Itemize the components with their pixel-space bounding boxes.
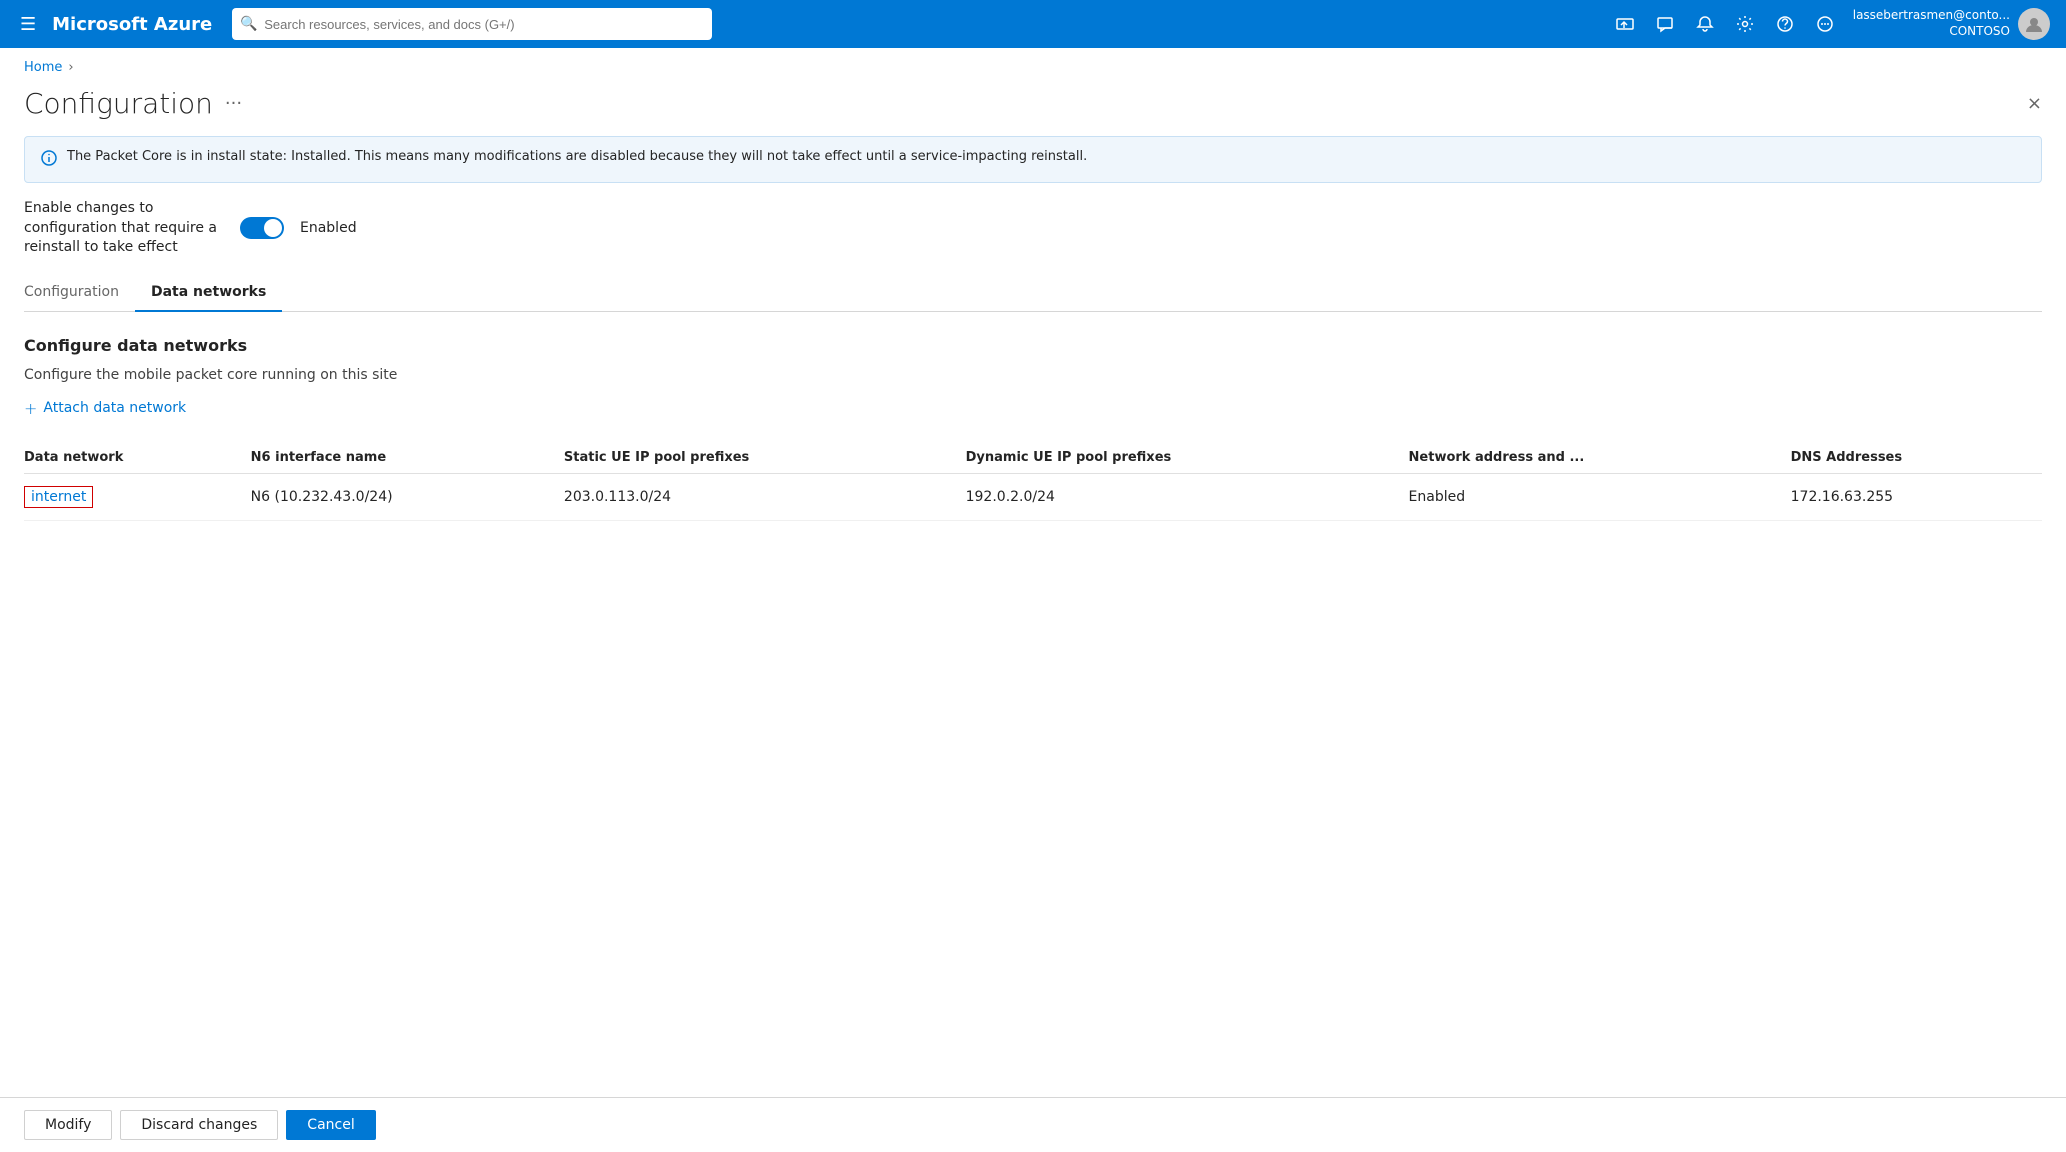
col-data-network: Data network <box>24 442 251 474</box>
internet-network-link[interactable]: internet <box>24 486 93 508</box>
top-navigation: ☰ Microsoft Azure 🔍 lassebertrasmen@cont… <box>0 0 2066 48</box>
discard-changes-button[interactable]: Discard changes <box>120 1110 278 1140</box>
cell-static-ip: 203.0.113.0/24 <box>564 473 966 520</box>
azure-logo: Microsoft Azure <box>52 14 212 35</box>
cancel-button[interactable]: Cancel <box>286 1110 375 1140</box>
hamburger-menu[interactable]: ☰ <box>16 10 40 39</box>
col-static-ip: Static UE IP pool prefixes <box>564 442 966 474</box>
cell-network-address: Enabled <box>1409 473 1791 520</box>
attach-label: Attach data network <box>43 400 186 416</box>
section-description: Configure the mobile packet core running… <box>24 367 2042 383</box>
breadcrumb: Home › <box>0 48 2066 83</box>
toggle-state-label: Enabled <box>300 220 357 236</box>
col-dns: DNS Addresses <box>1791 442 2042 474</box>
col-n6-interface: N6 interface name <box>251 442 564 474</box>
cloud-shell-icon[interactable] <box>1609 8 1641 40</box>
search-icon: 🔍 <box>240 16 257 32</box>
info-banner-text: The Packet Core is in install state: Ins… <box>67 149 1087 164</box>
search-input[interactable] <box>232 8 712 40</box>
search-wrapper: 🔍 <box>232 8 712 40</box>
toggle-row: Enable changes to configuration that req… <box>0 199 2066 274</box>
notifications-icon[interactable] <box>1689 8 1721 40</box>
more-options-button[interactable]: ··· <box>225 93 242 114</box>
user-menu[interactable]: lassebertrasmen@conto... CONTOSO <box>1853 8 2050 40</box>
tab-configuration[interactable]: Configuration <box>24 274 135 312</box>
nav-icon-group <box>1609 8 1841 40</box>
settings-icon[interactable] <box>1729 8 1761 40</box>
configure-data-networks-section: Configure data networks Configure the mo… <box>0 312 2066 521</box>
tab-data-networks[interactable]: Data networks <box>135 274 282 312</box>
cell-dns: 172.16.63.255 <box>1791 473 2042 520</box>
bottom-action-bar: Modify Discard changes Cancel <box>0 1097 2066 1152</box>
main-content: Home › Configuration ··· × The Packet Co… <box>0 48 2066 1152</box>
user-org: CONTOSO <box>1853 24 2010 40</box>
attach-data-network-button[interactable]: + Attach data network <box>24 399 186 418</box>
page-title: Configuration <box>24 87 213 120</box>
enable-changes-toggle[interactable] <box>240 217 284 239</box>
cell-network-name: internet <box>24 473 251 520</box>
breadcrumb-separator: › <box>68 60 73 75</box>
modify-button[interactable]: Modify <box>24 1110 112 1140</box>
section-title: Configure data networks <box>24 336 2042 355</box>
close-button[interactable]: × <box>2027 93 2042 114</box>
data-network-table: Data network N6 interface name Static UE… <box>24 442 2042 521</box>
help-icon[interactable] <box>1769 8 1801 40</box>
tab-bar: Configuration Data networks <box>24 274 2042 312</box>
cell-dynamic-ip: 192.0.2.0/24 <box>966 473 1409 520</box>
page-header: Configuration ··· × <box>0 83 2066 136</box>
plus-icon: + <box>24 399 37 418</box>
chat-icon[interactable] <box>1809 8 1841 40</box>
col-network-address: Network address and ... <box>1409 442 1791 474</box>
table-row: internet N6 (10.232.43.0/24) 203.0.113.0… <box>24 473 2042 520</box>
info-icon <box>41 150 57 170</box>
cell-n6-interface: N6 (10.232.43.0/24) <box>251 473 564 520</box>
breadcrumb-home[interactable]: Home <box>24 60 62 75</box>
col-dynamic-ip: Dynamic UE IP pool prefixes <box>966 442 1409 474</box>
user-name: lassebertrasmen@conto... <box>1853 8 2010 24</box>
user-avatar[interactable] <box>2018 8 2050 40</box>
info-banner: The Packet Core is in install state: Ins… <box>24 136 2042 183</box>
toggle-label: Enable changes to configuration that req… <box>24 199 224 258</box>
feedback-icon[interactable] <box>1649 8 1681 40</box>
